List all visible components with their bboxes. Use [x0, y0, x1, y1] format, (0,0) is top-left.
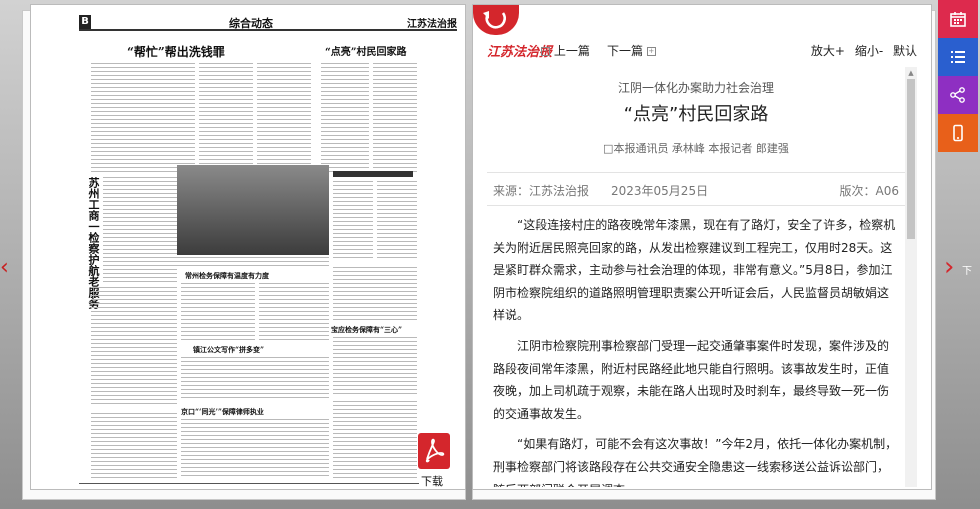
next-page-arrow[interactable]: › [944, 252, 954, 282]
footer-rule [79, 483, 419, 484]
floating-sidebar [938, 0, 978, 152]
article-text-block [91, 413, 177, 479]
article-content[interactable]: 江阴一体化办案助力社会治理 “点亮”村民回家路 □本报通讯员 承林峰 本报记者 … [487, 67, 905, 487]
prev-page-arrow[interactable]: ‹ [0, 255, 9, 280]
headline-right-lower [333, 171, 413, 177]
article-date: 2023年05月25日 [611, 184, 709, 198]
article-text-block [103, 177, 177, 283]
mobile-icon [953, 124, 963, 142]
article-paragraph: “如果有路灯，可能不会有这次事故！”今年2月，依托一体化办案机制，刑事检察部门将… [493, 437, 898, 487]
share-button[interactable] [938, 76, 978, 114]
article-text-block [91, 63, 195, 173]
article-text-block [333, 181, 373, 261]
back-arrow-icon [483, 11, 506, 29]
back-button[interactable] [473, 5, 519, 35]
headline-sub3[interactable]: 镇江公文写作“拼多变” [193, 345, 264, 355]
prev-article-label[interactable]: 上一篇 [554, 44, 590, 58]
zoom-default-button[interactable]: 默认 [893, 44, 917, 58]
pdf-download-label[interactable]: 下载 [421, 473, 443, 489]
next-icon: + [646, 47, 656, 56]
headline-sub2[interactable]: 宝应检务保障有“三心” [331, 325, 402, 335]
article-text-block [91, 287, 177, 407]
pdf-download-button[interactable] [418, 433, 450, 469]
scroll-thumb[interactable] [907, 79, 915, 239]
article-pane: 江苏法治报 − 上一篇 下一篇 + 放大+ 缩小- 默认 江阴一体化办案助力社会… [472, 4, 932, 490]
article-text-block [321, 63, 369, 173]
headline-sub1[interactable]: 常州检务保障有温度有力度 [185, 271, 269, 281]
zoom-out-button[interactable]: 缩小- [855, 44, 883, 58]
article-body: “这段连接村庄的路夜晚常年漆黑，现在有了路灯，安全了许多，检察机关为附近居民照亮… [487, 214, 905, 487]
article-text-block [259, 283, 329, 343]
article-text-block [333, 337, 417, 397]
list-button[interactable] [938, 38, 978, 76]
article-text-block [377, 181, 417, 261]
article-text-block [181, 419, 329, 479]
article-text-block [373, 63, 417, 173]
article-subtitle: 江阴一体化办案助力社会治理 [617, 81, 774, 95]
newspaper-page-thumbnail[interactable]: B 综合动态 江苏法治报 “帮忙”帮出洗钱罪 “点亮”村民回家路 苏州工商一检察… [30, 4, 466, 490]
list-icon [951, 51, 965, 63]
calendar-button[interactable] [938, 0, 978, 38]
article-scrollbar[interactable]: ▲ [905, 67, 917, 487]
article-text-block [257, 63, 311, 173]
zoom-controls: 放大+ 缩小- 默认 [805, 42, 917, 59]
article-source: 来源：江苏法治报 [493, 184, 590, 198]
section-title: 综合动态 [229, 17, 273, 30]
edition-badge: B [79, 15, 91, 29]
zoom-in-button[interactable]: 放大+ [811, 44, 845, 58]
photo-caption [177, 257, 329, 267]
article-title: “点亮”村民回家路 [623, 104, 769, 125]
headline-sub4[interactable]: 京口“‘同光’”保障律师执业 [181, 407, 264, 417]
calendar-icon [950, 12, 966, 27]
article-byline: □本报通讯员 承林峰 本报记者 郎建强 [603, 142, 789, 155]
next-article-label[interactable]: 下一篇 [607, 44, 643, 58]
headline-right[interactable]: “点亮”村民回家路 [325, 43, 407, 58]
article-paragraph: 江阴市检察院刑事检察部门受理一起交通肇事案件时发现，案件涉及的路段夜间常年漆黑，… [493, 338, 890, 421]
article-text-block [181, 283, 255, 343]
news-photo [177, 165, 329, 255]
scroll-up-arrow[interactable]: ▲ [905, 69, 917, 77]
article-text-block [199, 63, 253, 173]
article-edition: 版次：A06 [839, 184, 899, 198]
article-meta: 来源：江苏法治报 2023年05月25日 版次：A06 [487, 172, 905, 206]
headline-main[interactable]: “帮忙”帮出洗钱罪 [127, 43, 225, 60]
mobile-button[interactable] [938, 114, 978, 152]
newspaper-brand: 江苏法治报 [407, 19, 457, 30]
prev-article-link[interactable]: − 上一篇 [541, 42, 590, 59]
article-toolbar: 江苏法治报 − 上一篇 下一篇 + 放大+ 缩小- 默认 [487, 39, 917, 61]
article-text-block [333, 401, 417, 479]
share-icon [950, 87, 965, 103]
next-page-label[interactable]: 下 [962, 262, 972, 277]
prev-icon: − [541, 47, 550, 56]
article-text-block [333, 267, 417, 321]
article-paragraph: “这段连接村庄的路夜晚常年漆黑，现在有了路灯，安全了许多，检察机关为附近居民照亮… [493, 218, 896, 323]
newspaper-header: B 综合动态 江苏法治报 [79, 15, 457, 31]
article-text-block [181, 357, 329, 401]
next-article-link[interactable]: 下一篇 + [607, 42, 656, 59]
pdf-icon [425, 438, 445, 463]
